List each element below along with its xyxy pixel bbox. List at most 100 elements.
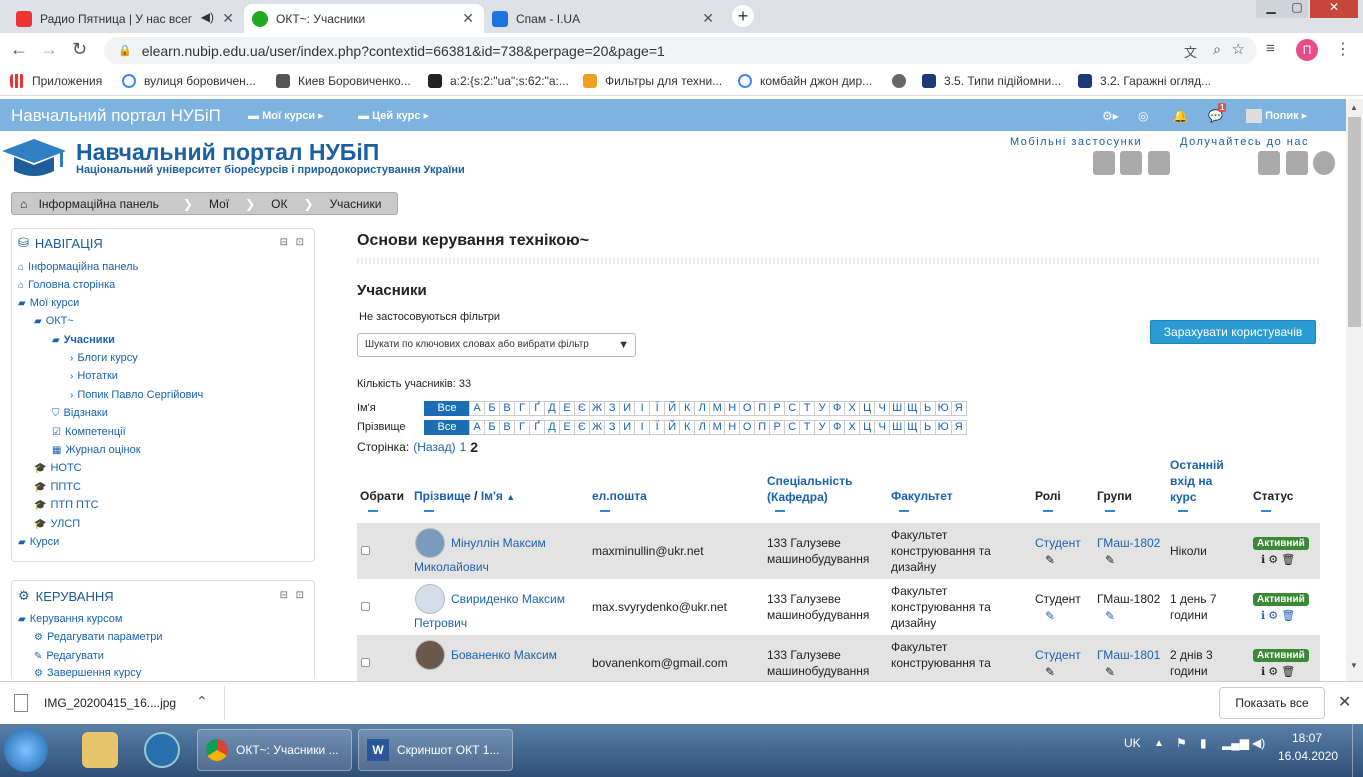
initial-letter[interactable]: Г [514,420,530,435]
initial-letter[interactable]: Д [544,420,560,435]
scroll-down-icon[interactable]: ▼ [1350,661,1358,670]
initial-letter[interactable]: Н [724,420,741,435]
target-icon[interactable]: ◎ [1138,109,1148,123]
collapse-column-icon[interactable] [424,510,434,512]
messages-icon[interactable]: 💬 1 [1208,103,1227,123]
dock-icon[interactable]: ⊡ [296,590,304,601]
bell-icon[interactable]: 🔔 [1173,109,1188,123]
initial-letter[interactable]: С [784,420,801,435]
show-all-downloads-button[interactable]: Показать все [1219,687,1325,719]
nav-course-nots[interactable]: 🎓 НОТС [34,462,82,474]
facebook-icon[interactable] [1258,151,1280,175]
bookmark-item[interactable]: a:2:{s:2:"ua";s:62:"a:... [428,74,569,88]
initial-letter[interactable]: Ч [874,401,891,416]
admin-course-completion[interactable]: ⚙ Завершення курсу [34,668,141,678]
initial-letter[interactable]: Ж [589,401,606,416]
initial-letter[interactable]: Р [769,420,786,435]
participant-role[interactable]: Студент [1035,647,1081,663]
user-menu[interactable]: Попик ▸ [1246,109,1307,124]
collapse-column-icon[interactable] [1043,510,1053,512]
window-close-button[interactable]: ✕ [1310,0,1358,18]
menu-dots-icon[interactable]: ⋮ [1335,39,1351,59]
reload-icon[interactable]: ↻ [72,39,87,60]
web-globe-icon[interactable] [1313,151,1335,175]
translate-icon[interactable]: 文 [1184,42,1197,61]
close-downloads-icon[interactable]: ✕ [1338,692,1351,712]
forward-icon[interactable]: → [40,39,58,60]
initial-letter[interactable]: К [679,401,696,416]
nav-dashboard[interactable]: ⌂ Інформаційна панель [18,261,138,273]
initial-letter[interactable]: Ґ [529,420,545,435]
initial-letter[interactable]: П [754,420,771,435]
initial-all[interactable]: Все [424,420,470,435]
initial-letter[interactable]: Ї [649,401,666,416]
edit-pencil-icon[interactable]: ✎ [1045,664,1055,680]
initial-letter[interactable]: І [634,401,651,416]
initial-letter[interactable]: Г [514,401,530,416]
collapse-column-icon[interactable] [1105,510,1115,512]
bookmark-item[interactable]: Киев Боровиченко... [276,74,411,88]
initial-letter[interactable]: З [604,401,621,416]
nav-my-courses[interactable]: ▰ Мої курси [18,297,79,309]
avatar[interactable] [415,640,445,670]
windows-icon[interactable] [1148,151,1170,175]
minimize-button[interactable]: ▁ [1256,0,1286,18]
participant-name[interactable]: Свириденко Максим [451,591,565,607]
gear-icon[interactable]: ⚙ [1268,610,1278,622]
initial-letter[interactable]: Ь [919,401,936,416]
row-select-checkbox[interactable] [361,546,370,555]
nav-notes[interactable]: › Нотатки [70,370,118,382]
initial-letter[interactable]: Т [799,420,816,435]
initial-letter[interactable]: Ю [934,420,952,435]
profile-avatar[interactable]: П [1296,39,1318,61]
zoom-icon[interactable]: ⌕ [1213,41,1221,58]
nav-badges[interactable]: ⛉ Відзнаки [52,407,108,419]
initial-letter[interactable]: Ю [934,401,952,416]
row-select-checkbox[interactable] [361,602,370,611]
breadcrumb-ok[interactable]: ОК [263,197,295,211]
collapse-column-icon[interactable] [1178,510,1188,512]
browser-tab-spam[interactable]: Спам - I.UA ✕ [484,4,724,33]
edit-pencil-icon[interactable]: ✎ [1045,608,1055,624]
browser-tab-participants[interactable]: ОКТ~: Учасники ✕ [244,4,484,33]
avatar[interactable] [415,528,445,558]
initial-letter[interactable]: Й [664,420,681,435]
initial-letter[interactable]: Д [544,401,560,416]
bookmark-item[interactable]: Фильтры для техни... [583,74,722,88]
battery-icon[interactable]: ▮ [1200,736,1207,750]
initial-letter[interactable]: Я [950,401,967,416]
browser-tab-radio[interactable]: Радио Пятница | У нас всег ◀) ✕ [8,4,244,33]
participant-name-cont[interactable]: Миколайович [414,559,489,575]
sort-surname-link[interactable]: Прізвище [414,489,471,503]
initial-letter[interactable]: О [739,401,756,416]
initial-letter[interactable]: Б [484,401,500,416]
bookmark-apps[interactable]: Приложения [10,74,102,88]
col-last-access[interactable]: Останній вхід на курс [1170,457,1224,505]
pagination-back[interactable]: (Назад) [413,440,455,454]
nav-course-ppts[interactable]: 🎓 ППТС [34,481,81,493]
admin-edit-settings[interactable]: ⚙ Редагувати параметри [34,631,163,643]
collapse-icon[interactable]: ⊟ [280,590,288,601]
participant-group[interactable]: ГМаш-1801 [1097,647,1160,663]
nav-course-okt[interactable]: ▰ ОКТ~ [34,315,74,327]
enrol-users-button[interactable]: Зарахувати користувачів [1150,320,1316,344]
network-signal-icon[interactable]: ▂▄▆ [1222,736,1249,750]
initial-letter[interactable]: Я [950,420,967,435]
initial-letter[interactable]: С [784,401,801,416]
k-app-icon[interactable] [144,732,180,768]
initial-letter[interactable]: Е [559,420,575,435]
header-title[interactable]: Навчальний портал НУБіП [76,139,379,166]
gear-icon[interactable]: ⚙ [1268,666,1278,678]
administration-block-title[interactable]: ⚙ КЕРУВАННЯ [18,588,114,604]
bookmark-item[interactable]: 3.2. Гаражні огляд... [1078,74,1211,88]
initial-letter[interactable]: З [604,420,621,435]
collapse-column-icon[interactable] [899,510,909,512]
nav-home[interactable]: ⌂ Головна сторінка [18,279,115,291]
initial-letter[interactable]: І [634,420,651,435]
participant-name-cont[interactable]: Петрович [414,615,467,631]
bookmark-item[interactable]: вулиця боровичен... [122,74,256,88]
flag-icon[interactable]: ⚑ [1176,736,1187,750]
chevron-up-icon[interactable]: ⌃ [196,693,208,710]
maximize-button[interactable]: ▢ [1286,0,1308,18]
col-specialty[interactable]: Спеціальність (Кафедра) [767,473,852,505]
